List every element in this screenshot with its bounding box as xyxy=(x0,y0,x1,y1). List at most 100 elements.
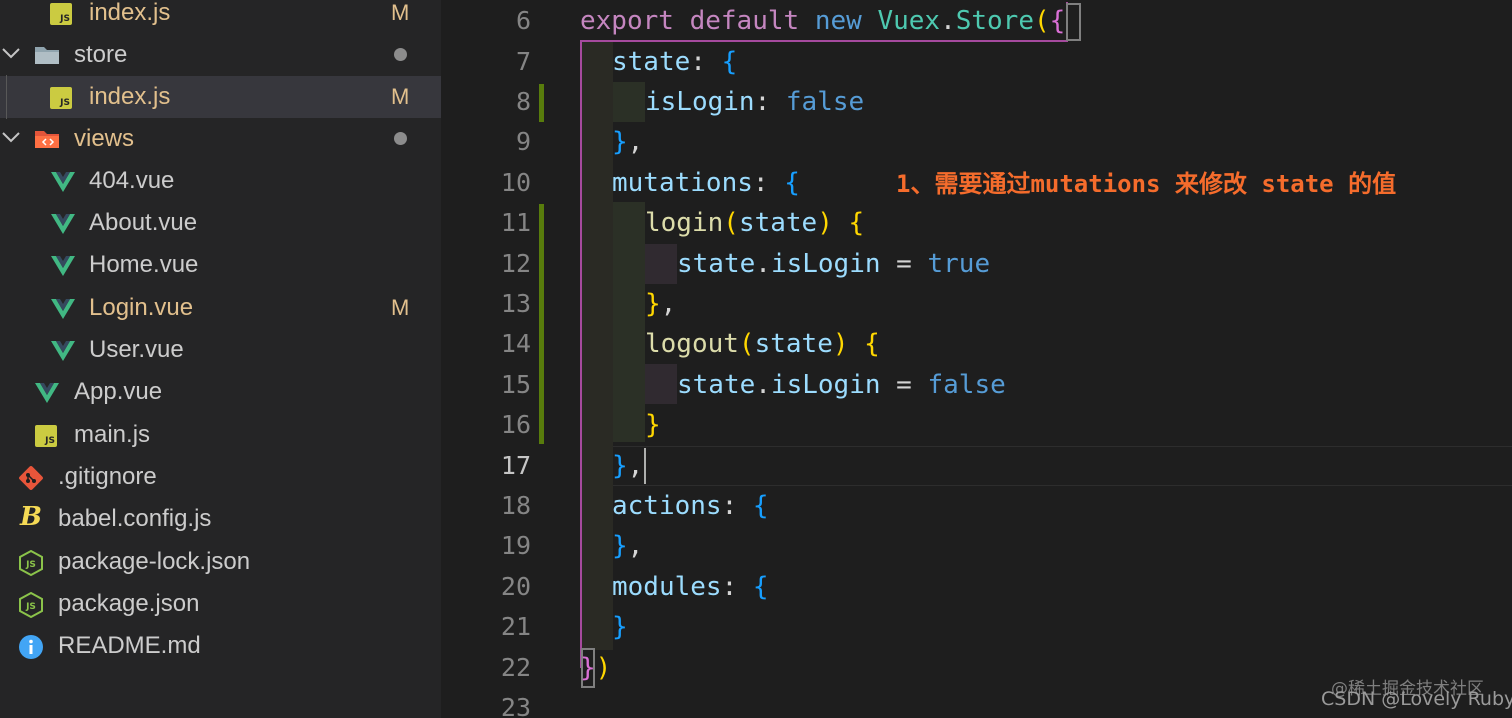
punctuation-token: : xyxy=(721,572,738,602)
tree-item-label: Home.vue xyxy=(89,251,199,278)
variable-token: state xyxy=(677,370,756,400)
tree-item-gitignore[interactable]: .gitignore xyxy=(0,456,441,498)
modified-status-badge: M xyxy=(391,295,410,320)
punctuation-token: : xyxy=(752,168,769,198)
bracket-token: } xyxy=(580,653,596,683)
variable-token: state xyxy=(677,249,756,279)
code-line-16: } xyxy=(645,405,661,445)
tree-item-label: App.vue xyxy=(74,378,163,405)
views-folder-icon xyxy=(35,131,59,148)
vue-file-icon xyxy=(51,299,75,319)
babel-icon: B xyxy=(20,502,42,532)
parameter-token: state xyxy=(738,208,818,238)
status-dot xyxy=(394,132,407,145)
constant-token: false xyxy=(785,87,865,117)
tree-item-label: README.md xyxy=(58,632,201,659)
tree-item-login-vue[interactable]: Login.vue M xyxy=(0,287,441,329)
vue-file-icon xyxy=(51,256,75,276)
bracket-token: } xyxy=(645,289,661,319)
bracket-match-box xyxy=(1066,3,1081,41)
tree-item-label: index.js xyxy=(89,83,171,110)
code-line-7: state: { xyxy=(612,42,737,82)
text-cursor xyxy=(644,448,646,484)
tree-item-label: User.vue xyxy=(89,336,184,363)
vue-file-icon xyxy=(51,172,75,192)
code-line-20: modules: { xyxy=(612,567,769,607)
code-line-10: mutations: { xyxy=(612,163,800,203)
bracket-token: { xyxy=(848,208,865,238)
tree-item-404-vue[interactable]: 404.vue xyxy=(0,160,441,202)
operator-token: = xyxy=(896,370,912,400)
keyword-token: default xyxy=(689,6,800,36)
tree-item-label: index.js xyxy=(89,0,171,26)
punctuation-token: . xyxy=(940,6,956,36)
type-token: Store xyxy=(955,6,1034,36)
modified-status-badge: M xyxy=(391,0,410,25)
svg-text:JS: JS xyxy=(25,560,36,570)
info-icon xyxy=(19,635,43,659)
vue-file-icon xyxy=(51,341,75,361)
bracket-pair-guide xyxy=(580,40,582,668)
keyword-token: new xyxy=(814,6,862,36)
punctuation-token: : xyxy=(690,47,706,77)
indent-highlight xyxy=(645,364,677,404)
tree-indent-guide xyxy=(6,75,7,119)
keyword-token: export xyxy=(580,6,674,36)
property-token: state xyxy=(612,47,691,77)
line-number: 12 xyxy=(500,249,531,278)
punctuation-token: , xyxy=(627,127,644,157)
tree-item-label: main.js xyxy=(74,421,151,448)
bracket-token: } xyxy=(612,531,628,561)
code-line-12: state.isLogin = true xyxy=(677,244,990,284)
tree-item-store-folder[interactable]: store xyxy=(0,34,441,76)
orange-annotation-text: 1、需要通过mutations 来修改 state 的值 xyxy=(896,170,1397,198)
line-number: 15 xyxy=(500,370,531,399)
tree-item-home-vue[interactable]: Home.vue xyxy=(0,244,441,286)
bracket-token: ) xyxy=(595,653,612,683)
line-number: 21 xyxy=(500,612,531,641)
status-dot xyxy=(394,48,407,61)
indent-highlight xyxy=(613,202,645,442)
js-file-icon: JS xyxy=(35,425,57,447)
bracket-token: } xyxy=(612,612,628,642)
bracket-token: ( xyxy=(1034,6,1050,36)
tree-item-babel-config[interactable]: B babel.config.js xyxy=(0,498,441,540)
punctuation-token: , xyxy=(627,531,644,561)
modified-status-badge: M xyxy=(391,84,410,109)
tree-item-package-lock[interactable]: JS package-lock.json xyxy=(0,541,441,583)
code-line-14: logout(state) { xyxy=(645,324,880,364)
line-number: 11 xyxy=(500,208,531,237)
punctuation-token: . xyxy=(755,249,771,279)
code-line-21: } xyxy=(612,607,628,647)
code-line-18: actions: { xyxy=(612,486,769,526)
tree-item-label: package-lock.json xyxy=(58,548,251,575)
vue-file-icon xyxy=(35,383,59,403)
tree-item-index-js[interactable]: JS index.js M xyxy=(0,0,441,34)
parameter-token: state xyxy=(754,329,833,359)
tree-item-user-vue[interactable]: User.vue xyxy=(0,329,441,371)
tree-item-about-vue[interactable]: About.vue xyxy=(0,202,441,244)
code-editor[interactable]: 6 7 8 9 10 11 12 13 14 15 16 17 18 19 20… xyxy=(441,0,1512,718)
punctuation-token: , xyxy=(627,451,644,481)
code-line-22: }) xyxy=(580,648,611,688)
bracket-token: { xyxy=(752,572,769,602)
bracket-token: { xyxy=(752,491,769,521)
punctuation-token: . xyxy=(755,370,771,400)
folder-icon xyxy=(35,47,59,64)
tree-item-main-js[interactable]: JS main.js xyxy=(0,414,441,456)
git-icon xyxy=(19,466,43,490)
tree-item-label: 404.vue xyxy=(89,167,175,194)
tree-item-views-folder[interactable]: views xyxy=(0,118,441,160)
tree-item-app-vue[interactable]: App.vue xyxy=(0,371,441,413)
tree-item-label: .gitignore xyxy=(58,463,157,490)
tree-item-readme[interactable]: README.md xyxy=(0,625,441,667)
code-line-15: state.isLogin = false xyxy=(677,365,1006,405)
punctuation-token: : xyxy=(721,491,738,521)
tree-item-store-index-js[interactable]: JS index.js M xyxy=(0,76,441,118)
watermark-csdn: CSDN @Lovely Ruby xyxy=(1321,688,1512,710)
tree-item-label: views xyxy=(74,125,135,152)
line-number: 18 xyxy=(500,491,531,520)
tree-item-package-json[interactable]: JS package.json xyxy=(0,583,441,625)
bracket-token: } xyxy=(612,451,628,481)
git-modified-marker xyxy=(539,204,544,444)
